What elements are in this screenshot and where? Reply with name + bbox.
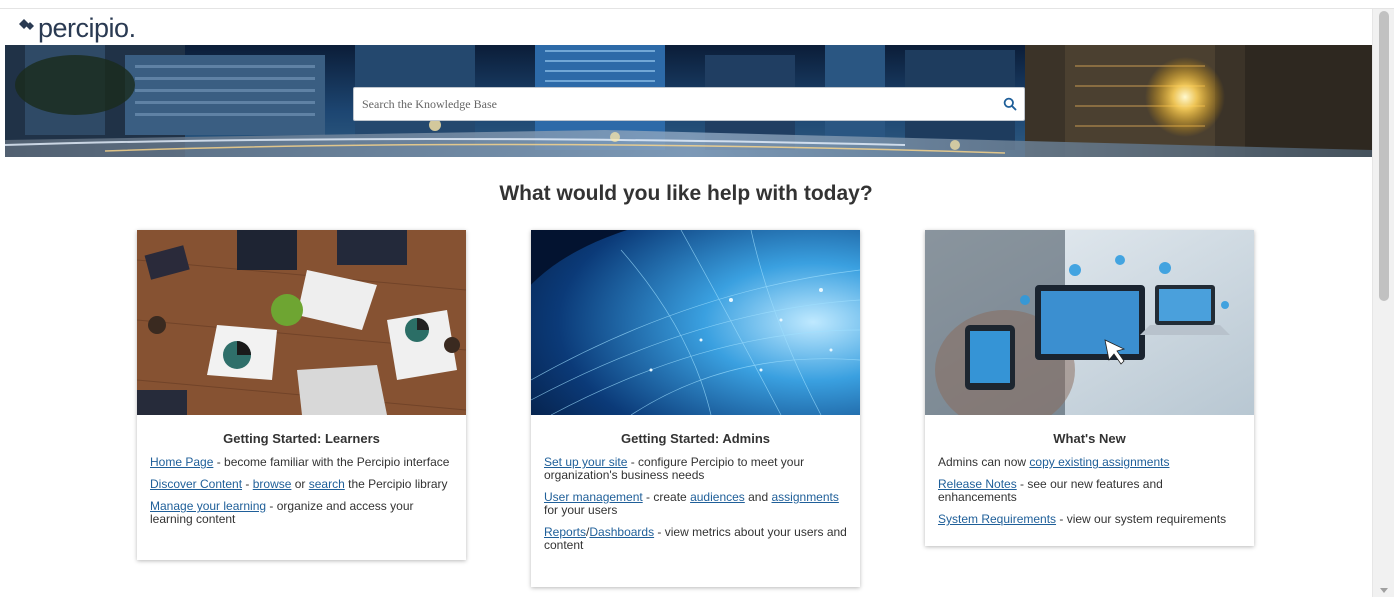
search-icon[interactable] — [996, 89, 1024, 119]
card-image-network-globe — [531, 230, 860, 415]
system-requirements-link[interactable]: System Requirements — [938, 512, 1056, 526]
discover-content-link[interactable]: Discover Content — [150, 477, 242, 491]
user-management-link[interactable]: User management — [544, 490, 643, 504]
scrollbar-thumb[interactable] — [1379, 11, 1389, 301]
card-image-devices — [925, 230, 1254, 415]
card-getting-started-learners: Getting Started: Learners Home Page - be… — [137, 230, 466, 560]
search-link[interactable]: search — [309, 477, 345, 491]
copy-existing-assignments-link[interactable]: copy existing assignments — [1029, 455, 1169, 469]
browser-top-edge — [0, 0, 1394, 9]
card-title: What's New — [1053, 431, 1126, 446]
card-line-discover-content: Discover Content - browse or search the … — [150, 477, 448, 491]
percipio-logo-text: percipio. — [38, 13, 136, 43]
knowledge-base-search[interactable] — [353, 87, 1025, 121]
card-line-setup-site: Set up your site - configure Percipio to… — [544, 455, 805, 482]
card-image-meeting-table — [137, 230, 466, 415]
card-line-release-notes: Release Notes - see our new features and… — [938, 477, 1163, 504]
percipio-logo[interactable]: percipio. — [17, 13, 136, 43]
card-title: Getting Started: Learners — [223, 431, 380, 446]
card-line-user-management: User management - create audiences and a… — [544, 490, 839, 517]
search-input[interactable] — [354, 88, 996, 120]
audiences-link[interactable]: audiences — [690, 490, 745, 504]
card-getting-started-admins: Getting Started: Admins Set up your site… — [531, 230, 860, 587]
card-line-copy-assignments: Admins can now copy existing assignments — [938, 455, 1170, 469]
page-scrollbar[interactable] — [1372, 9, 1394, 597]
assignments-link[interactable]: assignments — [772, 490, 839, 504]
reports-link[interactable]: Reports — [544, 525, 586, 539]
set-up-your-site-link[interactable]: Set up your site — [544, 455, 627, 469]
manage-your-learning-link[interactable]: Manage your learning — [150, 499, 266, 513]
card-line-manage-learning: Manage your learning - organize and acce… — [150, 499, 414, 526]
card-whats-new: What's New Admins can now copy existing … — [925, 230, 1254, 546]
page-heading: What would you like help with today? — [499, 182, 873, 205]
card-line-reports: Reports/Dashboards - view metrics about … — [544, 525, 847, 552]
percipio-logo-mark-icon — [19, 19, 34, 30]
release-notes-link[interactable]: Release Notes — [938, 477, 1017, 491]
scroll-down-arrow-icon[interactable] — [1380, 588, 1388, 593]
home-page-link[interactable]: Home Page — [150, 455, 213, 469]
card-title: Getting Started: Admins — [620, 431, 771, 446]
card-line-system-requirements: System Requirements - view our system re… — [938, 512, 1227, 526]
browse-link[interactable]: browse — [253, 477, 292, 491]
dashboards-link[interactable]: Dashboards — [589, 525, 654, 539]
card-line-home-page: Home Page - become familiar with the Per… — [150, 455, 450, 469]
